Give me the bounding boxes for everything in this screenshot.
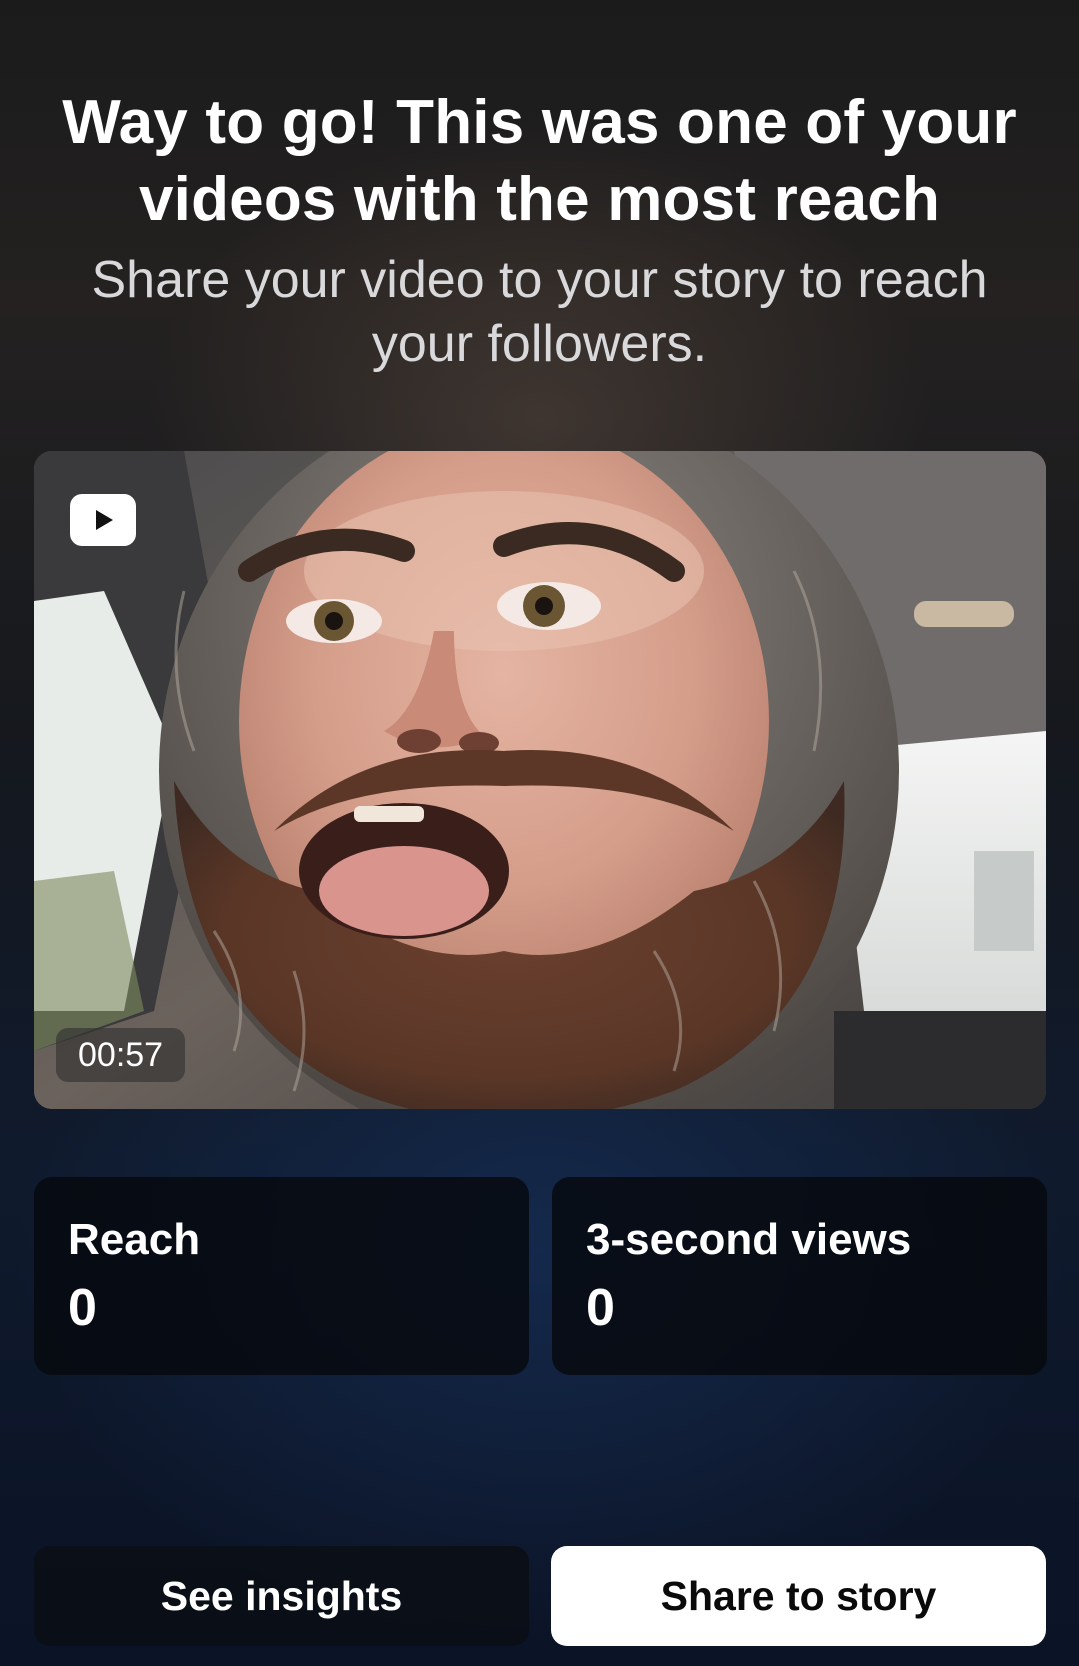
see-insights-button[interactable]: See insights xyxy=(34,1546,529,1646)
play-triangle-icon xyxy=(96,510,113,530)
stat-label-reach: Reach xyxy=(68,1215,201,1264)
stat-card-reach: Reach 0 xyxy=(34,1177,529,1375)
header: Way to go! This was one of your videos w… xyxy=(34,84,1045,376)
video-play-icon xyxy=(70,494,136,546)
page-subtitle: Share your video to your story to reach … xyxy=(91,251,988,373)
stat-value-reach: 0 xyxy=(68,1279,97,1337)
stat-label-3-second-views: 3-second views xyxy=(586,1215,912,1264)
video-thumbnail[interactable]: 00:57 xyxy=(34,451,1046,1109)
stat-value-3-second-views: 0 xyxy=(586,1279,615,1337)
video-frame-image xyxy=(34,451,1046,1109)
share-to-story-button[interactable]: Share to story xyxy=(551,1546,1046,1646)
video-duration-badge: 00:57 xyxy=(56,1028,186,1082)
page-title: Way to go! This was one of your videos w… xyxy=(62,88,1017,234)
stat-card-3-second-views: 3-second views 0 xyxy=(552,1177,1047,1375)
